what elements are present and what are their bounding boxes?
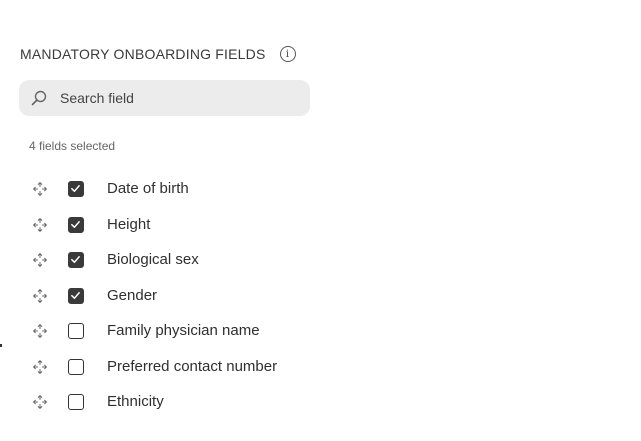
field-label: Height [107, 215, 151, 233]
field-label: Family physician name [107, 322, 260, 339]
selected-count: 4 fields selected [29, 139, 116, 153]
checkmark-icon [71, 220, 80, 228]
field-row: Date of birth [0, 171, 641, 207]
checkmark-icon [71, 256, 80, 263]
info-icon[interactable]: i [279, 46, 296, 62]
drag-handle-icon[interactable] [31, 251, 49, 269]
search-field[interactable] [19, 80, 310, 116]
drag-handle-icon[interactable] [31, 358, 49, 376]
drag-handle-icon[interactable] [31, 322, 49, 340]
drag-handle-icon[interactable] [31, 393, 49, 411]
field-row: Family physician name [0, 313, 641, 349]
field-row: Preferred contact number [0, 349, 641, 385]
field-checkbox[interactable] [68, 216, 84, 233]
field-label: Biological sex [107, 251, 199, 268]
field-checkbox[interactable] [68, 358, 84, 375]
field-checkbox[interactable] [68, 394, 84, 410]
section-header: MANDATORY ONBOARDING FIELDS i [20, 44, 296, 64]
drag-handle-icon[interactable] [31, 287, 49, 305]
edge-marker [0, 344, 2, 347]
search-input[interactable] [58, 89, 302, 107]
section-title: MANDATORY ONBOARDING FIELDS [20, 46, 266, 62]
field-checkbox[interactable] [68, 323, 84, 339]
field-label: Gender [107, 286, 158, 304]
field-label: Ethnicity [107, 393, 164, 410]
drag-handle-icon[interactable] [31, 216, 49, 234]
field-row: Height [0, 207, 641, 243]
drag-handle-icon[interactable] [31, 180, 49, 198]
field-row: Biological sex [0, 242, 641, 278]
checkmark-icon [71, 291, 80, 299]
onboarding-fields-panel: MANDATORY ONBOARDING FIELDS i 4 fields s… [0, 0, 641, 441]
field-label: Preferred contact number [107, 357, 278, 375]
field-checkbox[interactable] [68, 181, 84, 197]
field-checkbox[interactable] [68, 252, 84, 268]
field-row: Gender [0, 278, 641, 314]
field-checkbox[interactable] [68, 287, 84, 304]
checkmark-icon [71, 185, 80, 192]
search-icon [31, 90, 47, 106]
field-list: Date of birth Height Biological sex Gend… [0, 171, 641, 420]
field-row: Ethnicity [0, 384, 641, 420]
field-label: Date of birth [107, 180, 189, 197]
